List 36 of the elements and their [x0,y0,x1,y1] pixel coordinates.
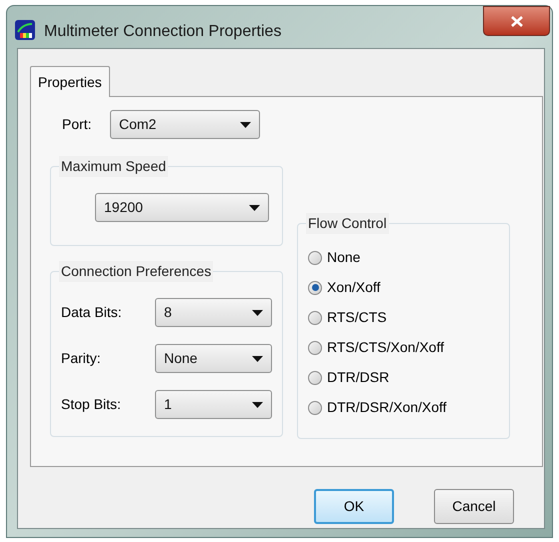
radio-button[interactable] [308,400,322,414]
window-title: Multimeter Connection Properties [44,22,282,42]
dropdown[interactable]: Com2 [110,110,260,139]
tab[interactable]: Properties [30,66,110,97]
caret-icon [252,310,263,316]
dropdown[interactable]: 8 [155,298,272,327]
radio-option[interactable]: DTR/DSR [308,367,509,388]
radio-option[interactable]: Xon/Xoff [308,277,509,298]
close-button[interactable] [483,6,550,36]
radio-button[interactable] [308,280,322,294]
group-title: Connection Preferences [59,261,214,282]
caret-icon [240,122,251,128]
radio-option[interactable]: RTS/CTS [308,307,509,328]
multimeter-icon [15,20,35,40]
dropdown[interactable]: None [155,344,272,373]
close-icon [510,16,522,26]
radio-button[interactable] [308,370,322,384]
radio-button[interactable] [308,310,322,324]
radio-option[interactable]: RTS/CTS/Xon/Xoff [308,337,509,358]
radio-option[interactable]: DTR/DSR/Xon/Xoff [308,397,509,418]
field-label: Parity: [61,349,102,368]
field-label: Stop Bits: [61,395,122,414]
group-title: Flow Control [306,213,389,234]
port-label: Port: [61,115,93,134]
dropdown[interactable]: 1 [155,390,272,419]
caret-icon [252,402,263,408]
group-title: Maximum Speed [59,156,168,177]
radio-option[interactable]: None [308,247,509,268]
dropdown[interactable]: 19200 [95,193,269,222]
radio-button[interactable] [308,340,322,354]
field-label: Data Bits: [61,303,123,322]
caret-icon [252,356,263,362]
dialog-button[interactable]: Cancel [434,489,514,524]
radio-button[interactable] [308,250,322,264]
dialog-button[interactable]: OK [314,489,394,524]
caret-icon [249,204,260,210]
